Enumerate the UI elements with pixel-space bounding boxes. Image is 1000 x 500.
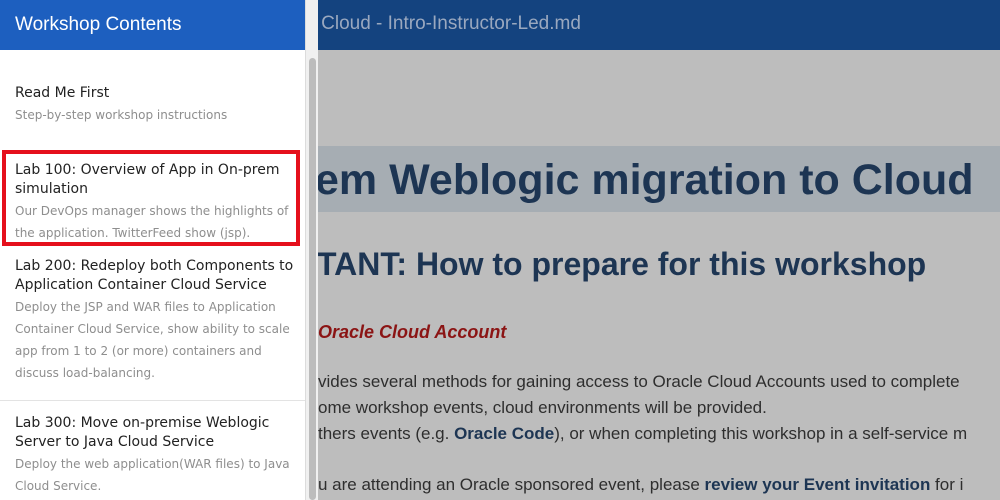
toc-item-lab-200[interactable]: Lab 200: Redeploy both Components to App… <box>0 257 305 401</box>
toc-item-title: Lab 200: Redeploy both Components to App… <box>15 258 294 293</box>
subsection-heading: Oracle Cloud Account <box>318 322 507 342</box>
oracle-code-link[interactable]: Oracle Code <box>454 424 554 443</box>
toc-item-title: Read Me First <box>15 85 110 101</box>
toc-item-title: Lab 300: Move on-premise Weblogic Server… <box>15 415 270 450</box>
page-heading: em Weblogic migration to Cloud <box>315 156 974 204</box>
section-heading: TANT: How to prepare for this workshop <box>317 246 927 282</box>
paragraph-3: thers events (e.g. Oracle Code), or when… <box>318 424 967 444</box>
event-invitation-link[interactable]: review your Event invitation <box>705 475 931 494</box>
sidebar-scrollbar-thumb[interactable] <box>309 58 316 500</box>
paragraph-4-text: u are attending an Oracle sponsored even… <box>318 475 705 494</box>
toc-item-lab-300[interactable]: Lab 300: Move on-premise Weblogic Server… <box>0 414 305 497</box>
workshop-contents-sidebar: Workshop Contents Read Me First Step-by-… <box>0 0 305 500</box>
paragraph-3-text: thers events (e.g. <box>318 424 455 443</box>
sidebar-scrollbar[interactable] <box>305 0 318 500</box>
toc-item-description: Step-by-step workshop instructions <box>15 108 228 122</box>
paragraph-2: ome workshop events, cloud environments … <box>318 398 767 417</box>
sidebar-header: Workshop Contents <box>0 0 305 50</box>
paragraph-4-text-end: for i <box>930 475 964 494</box>
paragraph-4: u are attending an Oracle sponsored even… <box>318 475 963 495</box>
lab-100-highlight-box <box>2 150 300 246</box>
toc-item-read-me-first[interactable]: Read Me First Step-by-step workshop inst… <box>0 84 305 126</box>
toc-item-description: Deploy the web application(WAR files) to… <box>15 457 290 493</box>
toc-item-description: Deploy the JSP and WAR files to Applicat… <box>15 300 290 380</box>
paragraph-3-text-end: ), or when completing this workshop in a… <box>554 424 968 443</box>
document-title: to Cloud - Intro-Instructor-Led.md <box>300 13 581 34</box>
paragraph-1: vides several methods for gaining access… <box>318 372 960 391</box>
